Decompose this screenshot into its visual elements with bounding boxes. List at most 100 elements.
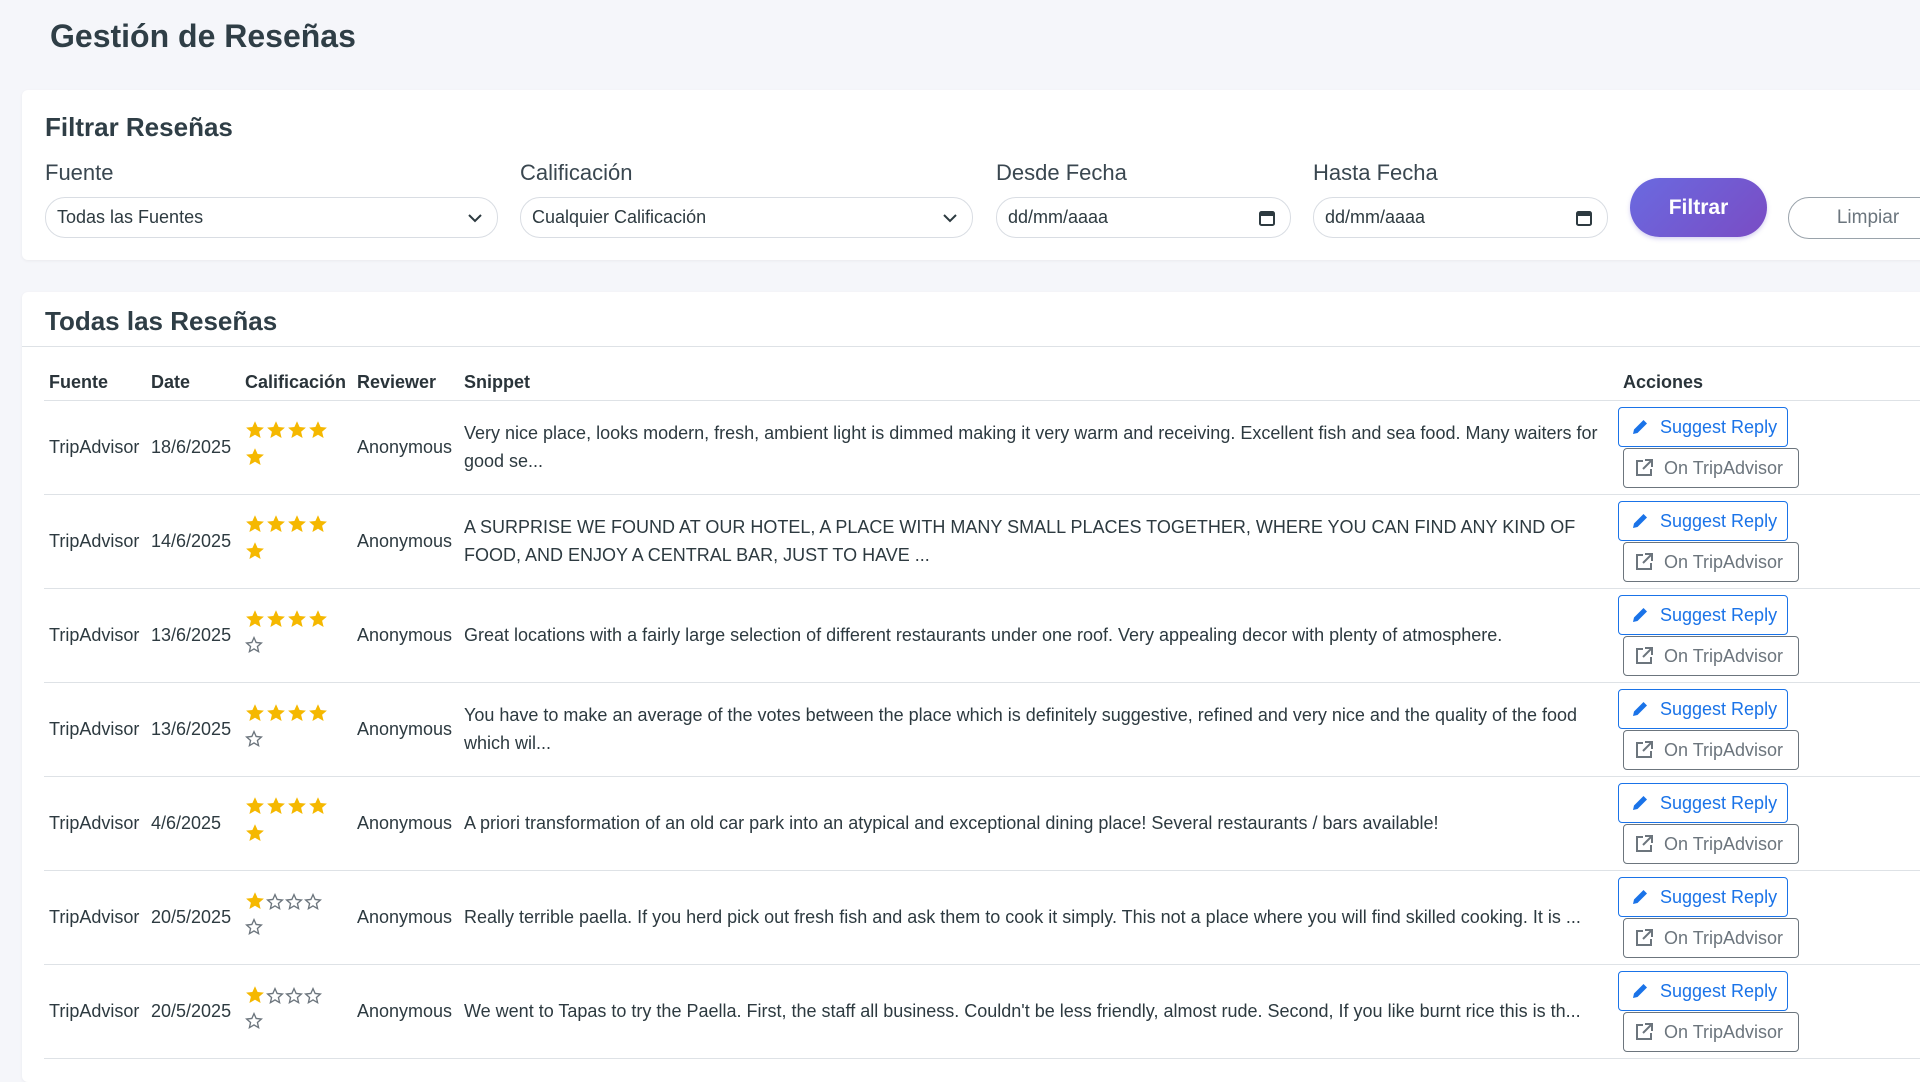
from-date-label: Desde Fecha xyxy=(996,160,1127,185)
from-date-input[interactable]: dd/mm/aaaa xyxy=(996,197,1291,238)
cell-actions: Suggest Reply On TripAdvisor xyxy=(1618,776,1920,871)
star-filled-icon xyxy=(287,796,307,816)
external-link-icon xyxy=(1636,646,1653,664)
cell-date: 13/6/2025 xyxy=(146,588,240,683)
cell-date: 14/6/2025 xyxy=(146,494,240,589)
on-tripadvisor-button[interactable]: On TripAdvisor xyxy=(1623,917,1799,958)
cell-source: TripAdvisor xyxy=(44,870,146,965)
on-tripadvisor-label: On TripAdvisor xyxy=(1664,1021,1784,1042)
reviews-card: Todas las Reseñas Fuente Date Calificaci… xyxy=(22,292,1920,1082)
cell-source: TripAdvisor xyxy=(44,588,146,683)
star-filled-icon xyxy=(266,703,286,723)
cell-reviewer: Anonymous xyxy=(352,682,459,777)
on-tripadvisor-button[interactable]: On TripAdvisor xyxy=(1623,447,1799,488)
table-row: TripAdvisor 20/5/2025 Anonymous We went to … xyxy=(44,964,1920,1059)
star-filled-icon xyxy=(287,609,307,629)
from-date-placeholder: dd/mm/aaaa xyxy=(1008,207,1109,227)
cell-date: 13/6/2025 xyxy=(146,682,240,777)
star-empty-icon xyxy=(245,635,263,654)
cell-reviewer: Anonymous xyxy=(352,870,459,965)
suggest-reply-label: Suggest Reply xyxy=(1660,792,1778,813)
star-filled-icon xyxy=(308,703,328,723)
star-filled-icon xyxy=(245,823,265,843)
to-date-input[interactable]: dd/mm/aaaa xyxy=(1313,197,1608,238)
filter-title: Filtrar Reseñas xyxy=(45,112,233,142)
suggest-reply-button[interactable]: Suggest Reply xyxy=(1618,782,1788,823)
column-header-snippet[interactable]: Snippet xyxy=(459,366,1618,401)
calendar-icon xyxy=(1259,210,1275,226)
to-date-placeholder: dd/mm/aaaa xyxy=(1325,207,1426,227)
divider xyxy=(22,346,1920,347)
cell-actions: Suggest Reply On TripAdvisor xyxy=(1618,400,1920,495)
star-filled-icon xyxy=(287,514,307,534)
suggest-reply-label: Suggest Reply xyxy=(1660,416,1778,437)
pencil-icon xyxy=(1633,889,1647,904)
on-tripadvisor-label: On TripAdvisor xyxy=(1664,645,1784,666)
cell-rating xyxy=(240,494,352,589)
cell-rating xyxy=(240,682,352,777)
suggest-reply-button[interactable]: Suggest Reply xyxy=(1618,876,1788,917)
on-tripadvisor-button[interactable]: On TripAdvisor xyxy=(1623,1011,1799,1052)
filter-card: Filtrar Reseñas Fuente Todas las Fuentes… xyxy=(22,90,1920,260)
cell-rating xyxy=(240,964,352,1059)
on-tripadvisor-label: On TripAdvisor xyxy=(1664,457,1784,478)
cell-actions: Suggest Reply On TripAdvisor xyxy=(1618,682,1920,777)
star-filled-icon xyxy=(245,703,265,723)
star-filled-icon xyxy=(308,796,328,816)
suggest-reply-button[interactable]: Suggest Reply xyxy=(1618,500,1788,541)
suggest-reply-button[interactable]: Suggest Reply xyxy=(1618,594,1788,635)
cell-snippet: Very nice place, looks modern, fresh, am… xyxy=(459,400,1618,495)
cell-date: 20/5/2025 xyxy=(146,964,240,1059)
external-link-icon xyxy=(1636,834,1653,852)
pencil-icon xyxy=(1633,513,1647,528)
star-filled-icon xyxy=(245,541,265,561)
on-tripadvisor-button[interactable]: On TripAdvisor xyxy=(1623,729,1799,770)
source-label: Fuente xyxy=(45,160,114,185)
on-tripadvisor-button[interactable]: On TripAdvisor xyxy=(1623,635,1799,676)
star-empty-icon xyxy=(304,986,322,1005)
cell-snippet: A SURPRISE WE FOUND AT OUR HOTEL, A PLAC… xyxy=(459,494,1618,589)
suggest-reply-button[interactable]: Suggest Reply xyxy=(1618,970,1788,1011)
star-filled-icon xyxy=(266,514,286,534)
table-row: TripAdvisor 20/5/2025 Anonymous Really terr… xyxy=(44,870,1920,965)
on-tripadvisor-button[interactable]: On TripAdvisor xyxy=(1623,541,1799,582)
cell-actions: Suggest Reply On TripAdvisor xyxy=(1618,870,1920,965)
cell-snippet: A priori transformation of an old car pa… xyxy=(459,776,1618,871)
cell-rating xyxy=(240,588,352,683)
table-row: TripAdvisor 18/6/2025 Anonymous Very nice p… xyxy=(44,400,1920,495)
column-header-rating[interactable]: Calificación xyxy=(240,366,352,401)
filter-button[interactable]: Filtrar xyxy=(1630,178,1767,237)
cell-source: TripAdvisor xyxy=(44,964,146,1059)
star-filled-icon xyxy=(245,985,265,1005)
cell-date: 18/6/2025 xyxy=(146,400,240,495)
suggest-reply-button[interactable]: Suggest Reply xyxy=(1618,688,1788,729)
source-select[interactable]: Todas las Fuentes xyxy=(45,197,498,238)
reviews-title: Todas las Reseñas xyxy=(45,306,278,336)
suggest-reply-button[interactable]: Suggest Reply xyxy=(1618,406,1788,447)
star-filled-icon xyxy=(245,420,265,440)
on-tripadvisor-button[interactable]: On TripAdvisor xyxy=(1623,823,1799,864)
rating-select-value: Cualquier Calificación xyxy=(532,207,707,227)
cell-actions: Suggest Reply On TripAdvisor xyxy=(1618,494,1920,589)
column-header-actions: Acciones xyxy=(1618,366,1920,401)
star-empty-icon xyxy=(245,729,263,748)
column-header-source[interactable]: Fuente xyxy=(44,366,146,401)
clear-button[interactable]: Limpiar xyxy=(1788,197,1920,239)
star-filled-icon xyxy=(245,609,265,629)
suggest-reply-label: Suggest Reply xyxy=(1660,886,1778,907)
on-tripadvisor-label: On TripAdvisor xyxy=(1664,833,1784,854)
rating-select[interactable]: Cualquier Calificación xyxy=(520,197,973,238)
external-link-icon xyxy=(1636,1022,1653,1040)
cell-snippet: Great locations with a fairly large sele… xyxy=(459,588,1618,683)
reviews-table: Fuente Date Calificación Reviewer Snippe… xyxy=(44,366,1920,1059)
star-filled-icon xyxy=(266,796,286,816)
cell-source: TripAdvisor xyxy=(44,494,146,589)
star-filled-icon xyxy=(308,514,328,534)
column-header-reviewer[interactable]: Reviewer xyxy=(352,366,459,401)
cell-snippet: We went to Tapas to try the Paella. Firs… xyxy=(459,964,1618,1059)
star-empty-icon xyxy=(266,892,284,911)
star-empty-icon xyxy=(285,892,303,911)
cell-snippet: You have to make an average of the votes… xyxy=(459,682,1618,777)
column-header-date[interactable]: Date xyxy=(146,366,240,401)
star-filled-icon xyxy=(287,420,307,440)
